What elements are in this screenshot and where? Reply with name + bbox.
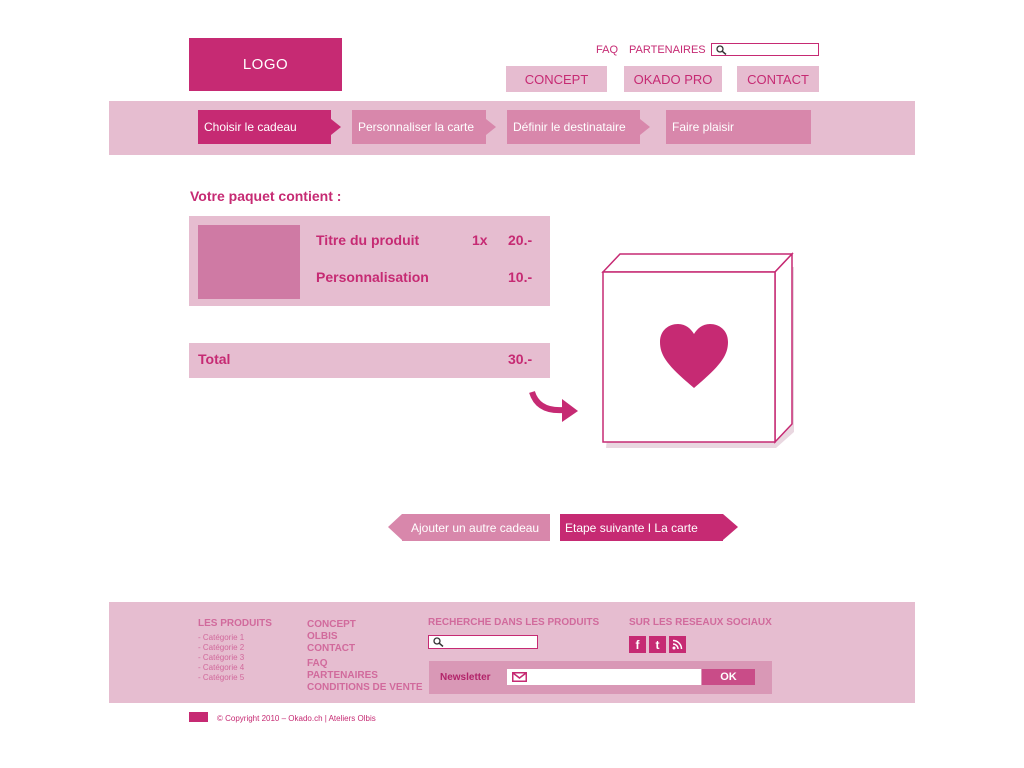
category-link[interactable]: - Catégorie 1 [198,633,244,642]
step-arrow-icon [331,119,341,135]
add-another-gift-button[interactable]: Ajouter un autre cadeau [388,514,550,541]
partners-link[interactable]: PARTENAIRES [629,44,706,56]
rss-glyph [672,639,683,650]
button-label: Ajouter un autre cadeau [411,520,540,535]
nav-okado-pro-button[interactable]: OKADO PRO [624,66,722,92]
footer-search-heading: RECHERCHE DANS LES PRODUITS [428,617,600,628]
step-label: Faire plaisir [672,120,735,134]
total-value: 30.- [508,351,533,367]
newsletter-ok-button[interactable]: OK [702,669,755,685]
arrow-left-icon [388,514,402,540]
category-link[interactable]: - Catégorie 4 [198,663,244,672]
category-link[interactable]: - Catégorie 2 [198,643,244,652]
nav-contact-button[interactable]: CONTACT [737,66,819,92]
step-choose-gift[interactable]: Choisir le cadeau [198,110,341,144]
total-row [189,343,550,378]
logo[interactable]: LOGO [189,38,342,91]
footer-link-partners[interactable]: PARTENAIRES [307,670,378,681]
package-title: Votre paquet contient : [190,188,342,204]
search-icon [716,45,727,55]
step-arrow-icon [640,119,650,135]
social-heading: SUR LES RESEAUX SOCIAUX [629,617,772,628]
category-link[interactable]: - Catégorie 3 [198,653,244,662]
footer-link-contact[interactable]: CONTACT [307,643,355,654]
step-label: Définir le destinataire [513,120,626,134]
faq-link[interactable]: FAQ [596,44,618,56]
step-arrow-icon [486,119,496,135]
next-step-button[interactable]: Etape suivante I La carte [560,514,738,541]
footer-link-olbis[interactable]: OLBIS [307,631,338,642]
top-search-input[interactable] [711,43,819,56]
step-make-happy[interactable]: Faire plaisir [666,110,811,144]
nav-concept-button[interactable]: CONCEPT [506,66,607,92]
rss-icon[interactable] [669,636,686,653]
newsletter-email-input[interactable] [507,669,701,685]
copyright-text: © Copyright 2010 – Okado.ch | Ateliers O… [217,714,376,723]
products-heading: LES PRODUITS [198,618,272,629]
product-name: Titre du produit [316,232,420,248]
newsletter-label: Newsletter [440,672,491,683]
step-label: Personnaliser la carte [358,120,475,134]
product-price: 20.- [508,232,533,248]
curved-arrow-icon [529,390,578,422]
product-thumbnail[interactable] [198,225,300,299]
personalisation-name: Personnalisation [316,269,429,285]
total-label: Total [198,351,231,367]
footer-search-input[interactable] [428,635,538,649]
arrow-right-icon [723,514,738,540]
facebook-icon[interactable]: f [629,636,646,653]
button-label: Etape suivante I La carte [565,520,698,535]
step-define-recipient[interactable]: Définir le destinataire [507,110,650,144]
envelope-icon [512,672,527,682]
search-icon [433,637,444,647]
footer-link-faq[interactable]: FAQ [307,658,328,669]
product-qty: 1x [472,232,488,248]
footer-link-concept[interactable]: CONCEPT [307,619,356,630]
personalisation-price: 10.- [508,269,533,285]
step-personalize-card[interactable]: Personnaliser la carte [352,110,496,144]
category-link[interactable]: - Catégorie 5 [198,673,244,682]
gift-box-image [601,252,794,448]
footer-link-conditions[interactable]: CONDITIONS DE VENTE [307,682,423,693]
twitter-icon[interactable]: t [649,636,666,653]
step-label: Choisir le cadeau [204,120,297,134]
copyright-swatch [189,712,208,722]
